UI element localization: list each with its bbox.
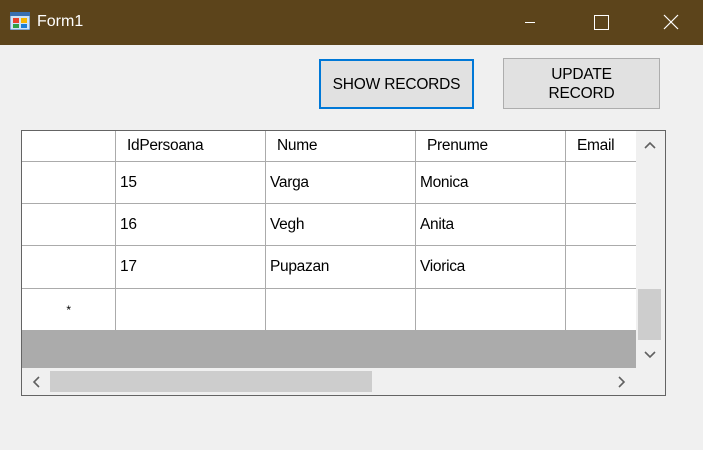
maximize-button[interactable] [565,0,635,45]
row-header[interactable] [22,246,115,288]
column-header-prenume[interactable]: Prenume [416,131,565,161]
new-row-cell-idpersoana[interactable] [116,289,265,330]
scrollbar-corner [636,368,665,395]
column-header-idpersoana[interactable]: IdPersoana [116,131,265,161]
horizontal-scroll-thumb[interactable] [50,371,372,392]
row-header[interactable] [22,162,115,203]
cell-nume[interactable]: Pupazan [266,246,415,288]
cell-prenume[interactable]: Anita [416,204,565,245]
cell-prenume[interactable]: Monica [416,162,565,203]
chevron-up-icon[interactable] [642,137,658,153]
chevron-down-icon[interactable] [642,347,658,363]
cell-email[interactable] [566,246,636,288]
title-bar: Form1 [0,0,703,45]
column-header-email[interactable]: Email [566,131,636,161]
cell-prenume[interactable]: Viorica [416,246,565,288]
chevron-right-icon[interactable] [614,374,630,390]
column-header-nume[interactable]: Nume [266,131,415,161]
minimize-icon [525,22,535,23]
data-grid[interactable]: IdPersoana Nume Prenume Email 15 Varga M… [21,130,666,396]
app-icon [10,12,30,30]
show-records-button[interactable]: SHOW RECORDS [319,59,474,109]
new-row-cell-nume[interactable] [266,289,415,330]
update-record-button[interactable]: UPDATE RECORD [503,58,660,109]
chevron-left-icon[interactable] [28,374,44,390]
cell-nume[interactable]: Varga [266,162,415,203]
new-row-marker[interactable]: * [22,289,115,330]
cell-email[interactable] [566,204,636,245]
minimize-button[interactable] [495,0,565,45]
new-row-cell-prenume[interactable] [416,289,565,330]
cell-idpersoana[interactable]: 17 [116,246,265,288]
window-title: Form1 [37,13,84,30]
corner-header-cell [22,131,115,161]
row-header[interactable] [22,204,115,245]
close-button[interactable] [635,0,703,45]
maximize-icon [594,15,609,30]
cell-idpersoana[interactable]: 16 [116,204,265,245]
cell-idpersoana[interactable]: 15 [116,162,265,203]
close-icon [663,14,679,30]
cell-email[interactable] [566,162,636,203]
cell-nume[interactable]: Vegh [266,204,415,245]
vertical-scroll-thumb[interactable] [638,289,661,340]
new-row-cell-email[interactable] [566,289,636,330]
